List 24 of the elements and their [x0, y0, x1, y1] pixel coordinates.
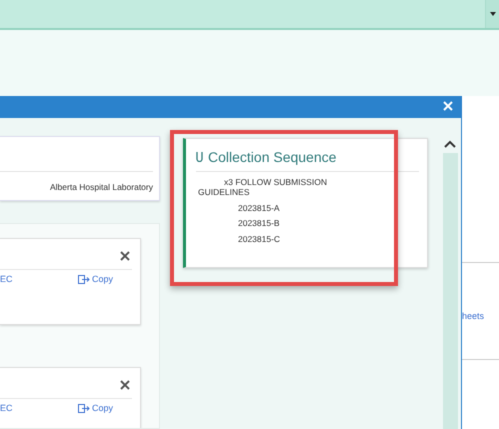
- scroll-up-button[interactable]: [444, 140, 456, 150]
- order-code: EC: [0, 274, 14, 284]
- tube-icon: [196, 152, 203, 162]
- dropdown-button[interactable]: [485, 0, 499, 28]
- caret-icon: [490, 12, 496, 16]
- sequence-line: 2023815-A: [238, 204, 281, 214]
- lab-name: Alberta Hospital Laboratory: [50, 182, 153, 192]
- remove-button[interactable]: [120, 380, 132, 392]
- close-button[interactable]: [443, 101, 455, 113]
- section-title: Collection Sequence: [208, 149, 336, 165]
- sequence-line: 2023815-B: [238, 219, 281, 230]
- caret-up-icon: [444, 140, 456, 148]
- sequence-line: x3 FOLLOW SUBMISSION GUIDELINES: [198, 178, 328, 198]
- copy-link[interactable]: Copy: [78, 403, 114, 413]
- copy-link[interactable]: Copy: [78, 274, 114, 284]
- sheets-link[interactable]: heets: [462, 311, 499, 321]
- close-icon: [120, 251, 130, 261]
- remove-button[interactable]: [120, 251, 132, 263]
- copy-icon: [78, 404, 90, 412]
- sequence-line: 2023815-C: [238, 235, 282, 245]
- close-icon: [443, 101, 453, 111]
- copy-icon: [78, 274, 90, 284]
- order-code: EC: [0, 403, 14, 413]
- close-icon: [120, 380, 130, 390]
